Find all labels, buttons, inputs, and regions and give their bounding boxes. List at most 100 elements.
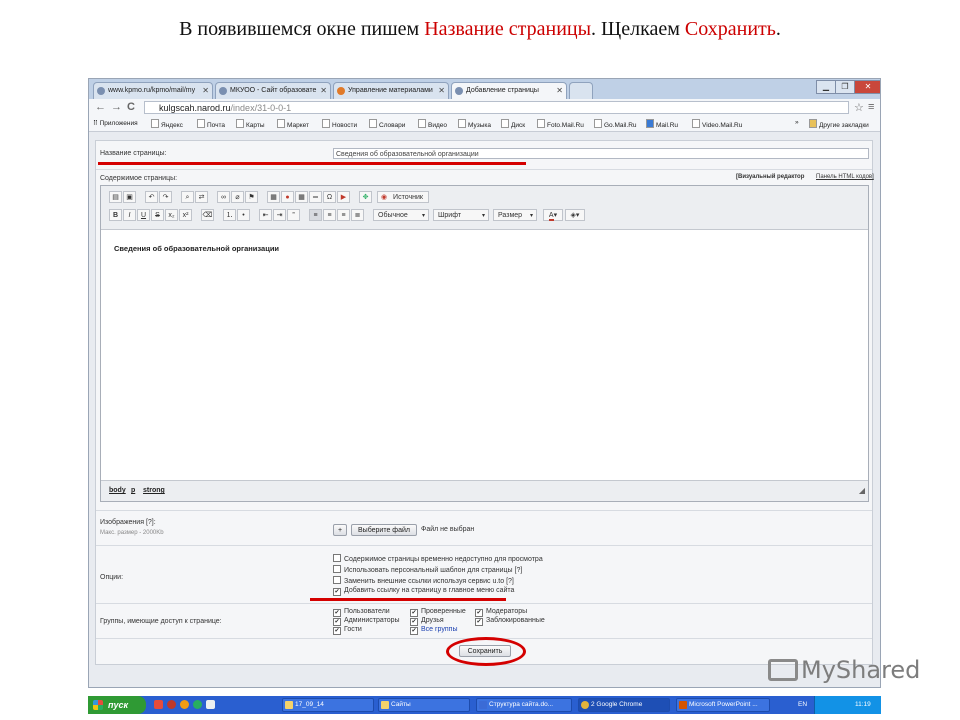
bookmark-item[interactable]: Карты [236,119,265,129]
replace-icon[interactable]: ⇄ [195,191,208,203]
bookmark-item[interactable]: Маркет [277,119,309,129]
blockquote-icon[interactable]: ” [287,209,300,221]
link-icon[interactable]: ∞ [217,191,230,203]
special-char-icon[interactable]: Ω [323,191,336,203]
templates-icon[interactable]: ▤ [109,191,122,203]
superscript-icon[interactable]: x² [179,209,192,221]
checkbox[interactable] [333,554,341,562]
justify-icon[interactable]: ≣ [351,209,364,221]
desktop-icon[interactable] [206,700,215,709]
maximize-editor-icon[interactable]: ✥ [359,191,372,203]
image-icon[interactable]: ▦ [267,191,280,203]
menu-icon[interactable]: ≡ [868,101,874,113]
bookmark-item[interactable]: Foto.Mail.Ru [537,119,584,129]
option-unavailable[interactable]: Содержимое страницы временно недоступно … [333,554,543,563]
checkbox-checked[interactable]: ✔ [333,609,341,617]
table-icon[interactable]: ▦ [295,191,308,203]
visual-editor-link[interactable]: [Визуальный редактор [736,174,804,180]
group-checkbox[interactable]: ✔ Администраторы [333,617,400,626]
bookmark-item[interactable]: Музыка [458,119,491,129]
group-checkbox[interactable]: ✔ Проверенные [410,608,466,617]
checkbox-checked[interactable]: ✔ [333,588,341,596]
maximize-icon[interactable]: ❐ [835,80,855,94]
bookmark-item[interactable]: Mail.Ru [646,119,678,129]
checkbox-checked[interactable]: ✔ [410,618,418,626]
checkbox-checked[interactable]: ✔ [333,627,341,635]
bold-icon[interactable]: B [109,209,122,221]
font-select[interactable]: Шрифт [433,209,489,222]
redo-icon[interactable]: ↷ [159,191,172,203]
remove-format-icon[interactable]: ⌫ [201,209,214,221]
checkbox-checked[interactable]: ✔ [410,609,418,617]
group-checkbox[interactable]: ✔ Пользователи [333,608,390,617]
add-image-button[interactable]: + [333,524,347,536]
bookmark-item[interactable]: Почта [197,119,225,129]
bookmark-item[interactable]: Яндекс [151,119,183,129]
close-icon[interactable]: ✕ [438,83,445,99]
text-color-icon[interactable]: A▾ [543,209,563,221]
group-checkbox[interactable]: ✔ Модераторы [475,608,527,617]
star-icon[interactable]: ☆ [854,101,864,114]
close-icon[interactable]: ✕ [556,83,563,99]
opera-icon[interactable] [167,700,176,709]
option-replace-links[interactable]: Заменить внешние ссылки используя сервис… [333,576,514,585]
more-bookmarks-icon[interactable]: » [795,119,799,126]
checkbox-checked[interactable]: ✔ [475,609,483,617]
back-icon[interactable]: ← [95,101,106,113]
subscript-icon[interactable]: x₂ [165,209,178,221]
anchor-icon[interactable]: ⚑ [245,191,258,203]
bg-color-icon[interactable]: ◈▾ [565,209,585,221]
hr-icon[interactable]: ═ [309,191,322,203]
bookmark-item[interactable]: Video.Mail.Ru [692,119,742,129]
undo-icon[interactable]: ↶ [145,191,158,203]
html-panel-link[interactable]: Панель HTML кодов] [816,174,874,180]
checkbox-checked[interactable]: ✔ [475,618,483,626]
underline-icon[interactable]: U [137,209,150,221]
close-icon[interactable]: ✕ [202,83,209,99]
checkbox-checked[interactable]: ✔ [410,627,418,635]
checkbox[interactable] [333,576,341,584]
taskbar-item-active[interactable]: 2 Google Chrome [578,698,670,712]
find-icon[interactable]: ⌕ [181,191,194,203]
url-input[interactable]: kulgscah.narod.ru/index/31-0-0-1 [144,101,849,114]
checkbox[interactable] [333,565,341,573]
strike-icon[interactable]: S [151,209,164,221]
italic-icon[interactable]: I [123,209,136,221]
size-select[interactable]: Размер [493,209,537,222]
bookmark-item[interactable]: Новости [322,119,357,129]
all-groups-link[interactable]: Все группы [421,626,458,633]
resize-handle-icon[interactable]: ◢ [859,486,865,495]
path-body[interactable]: body [109,487,126,494]
bullet-list-icon[interactable]: • [237,209,250,221]
forward-icon[interactable]: → [111,101,122,113]
clock[interactable]: 11:19 [855,701,871,708]
save-doc-icon[interactable]: ▣ [123,191,136,203]
numbered-list-icon[interactable]: ⒈ [223,209,236,221]
taskbar-item[interactable]: Структура сайта.do... [476,698,572,712]
align-left-icon[interactable]: ≡ [309,209,322,221]
youtube-icon[interactable]: ▶ [337,191,350,203]
source-button[interactable]: ◉ Источник [377,191,429,203]
browser-tab[interactable]: Управление материалами ✕ [333,82,449,99]
align-right-icon[interactable]: ≡ [337,209,350,221]
unlink-icon[interactable]: ⌀ [231,191,244,203]
bookmark-item[interactable]: Видео [418,119,447,129]
browser-tab[interactable]: МКУОО - Сайт образовате ✕ [215,82,331,99]
group-checkbox[interactable]: ✔ Заблокированные [475,617,545,626]
browser-tab[interactable]: www.kpmo.ru/kpmo/mail/my ✕ [93,82,213,99]
choose-file-button[interactable]: Выберите файл [351,524,417,536]
outdent-icon[interactable]: ⇤ [259,209,272,221]
other-bookmarks[interactable]: Другие закладки [809,119,869,129]
browser-icon[interactable] [180,700,189,709]
bookmark-item[interactable]: Диск [501,119,525,129]
option-personal-template[interactable]: Использовать персональный шаблон для стр… [333,565,522,574]
minimize-icon[interactable]: ▁ [816,80,836,94]
format-select[interactable]: Обычное [373,209,429,222]
checkbox-checked[interactable]: ✔ [333,618,341,626]
start-button[interactable]: пуск [88,696,146,714]
indent-icon[interactable]: ⇥ [273,209,286,221]
group-checkbox[interactable]: ✔ Гости [333,626,362,635]
new-tab-button[interactable] [569,82,593,99]
path-strong[interactable]: strong [143,487,165,494]
all-groups-checkbox[interactable]: ✔ Все группы [410,626,458,635]
